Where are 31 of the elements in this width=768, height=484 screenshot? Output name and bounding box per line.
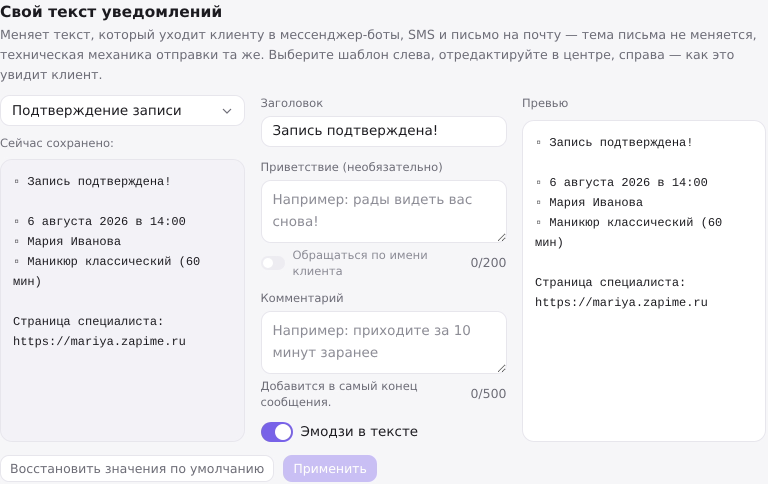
message-line: ▫ Маникюр классический (60 мин) [13, 254, 202, 291]
saved-label: Сейчас сохранено: [0, 136, 115, 150]
message-line: Страница специалиста: [535, 275, 688, 292]
message-line: ▫ Запись подтверждена! [13, 174, 172, 191]
message-line: ▫ 6 августа 2026 в 14:00 [535, 175, 709, 192]
message-line: https://mariya.zapime.ru [13, 334, 187, 351]
template-dropdown[interactable]: Подтверждение записи [0, 95, 245, 126]
greeting-field[interactable]: Например: рады видеть вас снова! [260, 180, 506, 243]
message-line: ▫ 6 августа 2026 в 14:00 [13, 214, 187, 231]
character-counter: 0/200 [470, 255, 506, 270]
message-line: https://mariya.zapime.ru [535, 295, 709, 312]
description-text: Меняет текст, который уходит клиенту в мессенджер-боты, SMS и письмо на почту — тема письма не меняется, техническая механика отправки та же. Выберите шаблон слева, отредактируйте в центре, справа — как это увидит клиент. [0, 26, 758, 84]
heading-field[interactable]: Запись подтверждена! [260, 116, 506, 147]
message-line: ▫ Запись подтверждена! [535, 135, 694, 152]
chevron-down-icon [222, 108, 232, 114]
character-counter: 0/500 [470, 386, 506, 402]
reset-button[interactable]: Восстановить значения по умолчанию [0, 455, 274, 482]
message-line: ▫ Мария Иванова [13, 234, 122, 251]
toggle-label: Обращаться по имени клиента [292, 246, 429, 279]
page-title: Свой текст уведомлений [0, 2, 224, 23]
field-label: Комментарий [260, 290, 345, 305]
emoji-toggle[interactable] [260, 422, 292, 442]
field-label: Приветствие (необязательно) [260, 160, 444, 174]
message-line: Страница специалиста: [13, 314, 166, 331]
toggle-label: Эмодзи в тексте [300, 424, 418, 440]
message-line: ▫ Маникюр классический (60 мин) [535, 215, 724, 252]
hint-text: Добавится в самый конец сообщения. [260, 378, 419, 410]
comment-field[interactable]: Например: приходите за 10 минут заранее [260, 310, 506, 374]
field-label: Заголовок [260, 96, 324, 110]
message-line: ▫ Мария Иванова [535, 195, 644, 212]
preview-label: Превью [522, 96, 570, 110]
